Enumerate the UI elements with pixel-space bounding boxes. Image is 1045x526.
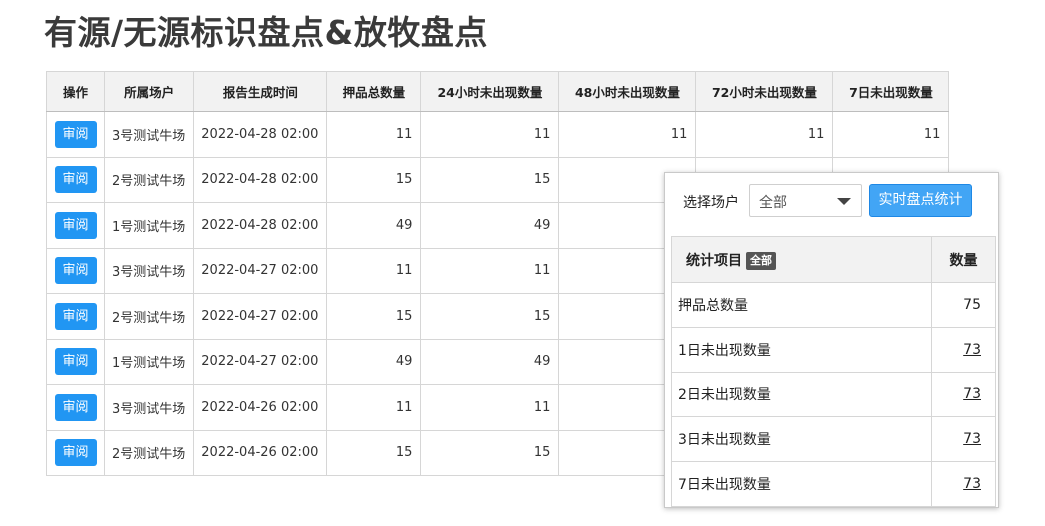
total-qty-cell: 15 [326, 429, 422, 476]
stats-header-item-label: 统计项目 [686, 252, 742, 269]
stats-row: 1日未出现数量 73 [671, 326, 996, 373]
review-button[interactable]: 审阅 [54, 257, 97, 285]
farm-select-label: 选择场户 [683, 195, 739, 211]
farm-cell: 3号测试牛场 [103, 384, 195, 431]
col-header-24h-missing: 24小时未出现数量 [420, 71, 560, 112]
missing-24h-cell: 15 [420, 156, 560, 203]
missing-72h-cell: 11 [695, 111, 834, 158]
stats-row: 3日未出现数量 73 [671, 416, 996, 463]
farm-cell: 2号测试牛场 [103, 429, 195, 476]
realtime-stats-panel: 选择场户 全部 实时盘点统计 统计项目 全部 数量 押品总数量 75 1日未出现数量 7… [664, 172, 999, 508]
missing-24h-cell: 15 [420, 429, 560, 476]
farm-cell: 1号测试牛场 [103, 202, 195, 249]
farm-cell: 2号测试牛场 [103, 156, 195, 203]
review-cell: 审阅 [46, 247, 105, 294]
missing-24h-cell: 15 [420, 293, 560, 340]
total-qty-cell: 49 [326, 338, 422, 385]
all-badge: 全部 [746, 251, 776, 270]
review-button[interactable]: 审阅 [54, 211, 97, 239]
report-time-cell: 2022-04-27 02:00 [193, 247, 328, 294]
review-cell: 审阅 [46, 293, 105, 340]
stats-row: 7日未出现数量 73 [671, 461, 996, 507]
missing-24h-cell: 11 [420, 384, 560, 431]
col-header-48h-missing: 48小时未出现数量 [558, 71, 697, 112]
page-title: 有源/无源标识盘点&放牧盘点 [44, 13, 488, 52]
stats-qty-cell: 73 [931, 461, 996, 507]
col-header-action: 操作 [46, 71, 105, 112]
col-header-72h-missing: 72小时未出现数量 [695, 71, 834, 112]
review-cell: 审阅 [46, 202, 105, 249]
review-button[interactable]: 审阅 [54, 439, 97, 467]
table-header-row: 操作 所属场户 报告生成时间 押品总数量 24小时未出现数量 48小时未出现数量… [46, 71, 950, 112]
stats-qty-cell: 73 [931, 416, 996, 463]
report-time-cell: 2022-04-28 02:00 [193, 156, 328, 203]
report-time-cell: 2022-04-28 02:00 [193, 111, 328, 158]
stats-item-label: 3日未出现数量 [671, 416, 932, 463]
col-header-total-qty: 押品总数量 [326, 71, 422, 112]
farm-cell: 2号测试牛场 [103, 293, 195, 340]
report-time-cell: 2022-04-27 02:00 [193, 338, 328, 385]
farm-select-value: 全部 [759, 195, 787, 211]
report-time-cell: 2022-04-28 02:00 [193, 202, 328, 249]
review-button[interactable]: 审阅 [54, 393, 97, 421]
missing-24h-cell: 49 [420, 338, 560, 385]
review-cell: 审阅 [46, 429, 105, 476]
stats-item-label: 2日未出现数量 [671, 371, 932, 418]
stats-row: 押品总数量 75 [671, 282, 996, 328]
review-cell: 审阅 [46, 384, 105, 431]
stats-qty-link[interactable]: 73 [963, 476, 981, 492]
total-qty-cell: 15 [326, 293, 422, 340]
table-row: 审阅 3号测试牛场 2022-04-28 02:00 11 11 11 11 11 [46, 111, 950, 158]
col-header-7d-missing: 7日未出现数量 [832, 71, 950, 112]
farm-cell: 3号测试牛场 [103, 111, 195, 158]
review-cell: 审阅 [46, 111, 105, 158]
stats-item-label: 1日未出现数量 [671, 326, 932, 373]
missing-7d-cell: 11 [832, 111, 950, 158]
review-cell: 审阅 [46, 156, 105, 203]
total-qty-cell: 11 [326, 384, 422, 431]
stats-qty-link[interactable]: 73 [963, 431, 981, 447]
stats-table: 统计项目 全部 数量 押品总数量 75 1日未出现数量 73 2日未出现数量 73 3日未出现… [671, 236, 996, 507]
report-time-cell: 2022-04-26 02:00 [193, 384, 328, 431]
missing-24h-cell: 11 [420, 111, 560, 158]
total-qty-cell: 11 [326, 111, 422, 158]
review-button[interactable]: 审阅 [54, 120, 97, 148]
total-qty-cell: 15 [326, 156, 422, 203]
stats-item-label: 7日未出现数量 [671, 461, 932, 507]
farm-cell: 1号测试牛场 [103, 338, 195, 385]
col-header-farm: 所属场户 [103, 71, 195, 112]
panel-toolbar: 选择场户 全部 实时盘点统计 [665, 173, 998, 231]
report-time-cell: 2022-04-27 02:00 [193, 293, 328, 340]
review-button[interactable]: 审阅 [54, 166, 97, 194]
review-button[interactable]: 审阅 [54, 302, 97, 330]
caret-down-icon [837, 198, 851, 205]
stats-row: 2日未出现数量 73 [671, 371, 996, 418]
stats-qty-link[interactable]: 73 [963, 386, 981, 402]
farm-cell: 3号测试牛场 [103, 247, 195, 294]
col-header-report-time: 报告生成时间 [193, 71, 328, 112]
stats-header-qty: 数量 [931, 236, 996, 283]
stats-item-label: 押品总数量 [671, 282, 932, 328]
review-button[interactable]: 审阅 [54, 348, 97, 376]
total-qty-cell: 11 [326, 247, 422, 294]
report-time-cell: 2022-04-26 02:00 [193, 429, 328, 476]
stats-qty-cell: 73 [931, 371, 996, 418]
review-cell: 审阅 [46, 338, 105, 385]
stats-qty-link[interactable]: 73 [963, 342, 981, 358]
missing-48h-cell: 11 [558, 111, 697, 158]
total-qty-cell: 49 [326, 202, 422, 249]
missing-24h-cell: 11 [420, 247, 560, 294]
stats-header-item: 统计项目 全部 [671, 236, 932, 283]
missing-24h-cell: 49 [420, 202, 560, 249]
stats-qty-cell: 73 [931, 326, 996, 373]
realtime-inventory-button[interactable]: 实时盘点统计 [869, 184, 972, 217]
farm-select[interactable]: 全部 [749, 184, 862, 217]
stats-qty-cell: 75 [931, 282, 996, 328]
stats-header-row: 统计项目 全部 数量 [671, 236, 996, 283]
